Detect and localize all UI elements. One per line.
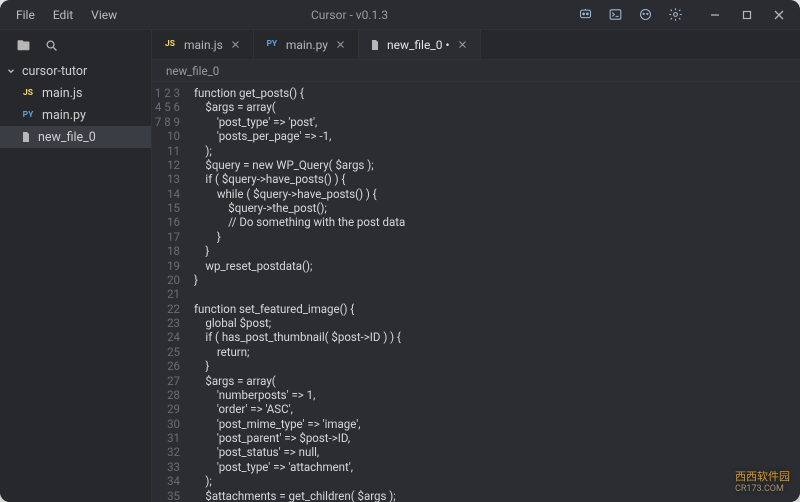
file-badge-js: JS (162, 39, 178, 50)
tab-label: main.py (286, 38, 328, 52)
tab-label: new_file_0 • (387, 38, 450, 52)
tab-newfile0[interactable]: new_file_0 • (359, 30, 481, 59)
window-controls (702, 4, 792, 26)
tree-file-newfile0[interactable]: new_file_0 (0, 126, 151, 148)
app-window: { "title": "Cursor - v0.1.3", "menu": {"… (0, 0, 800, 502)
title-actions (574, 4, 792, 26)
menu-bar: File Edit View (8, 5, 125, 25)
tree-folder-label: cursor-tutor (22, 64, 87, 79)
editor-tabs: JS main.js PY main.py new_file_0 • (152, 30, 800, 60)
search-icon[interactable] (42, 36, 60, 54)
file-icon (369, 39, 381, 51)
terminal-icon[interactable] (604, 4, 626, 26)
menu-file[interactable]: File (8, 5, 43, 25)
close-icon[interactable] (334, 38, 348, 52)
breadcrumb-label: new_file_0 (166, 64, 219, 78)
tree-file-mainjs[interactable]: JS main.js (0, 82, 151, 104)
breadcrumb: new_file_0 (152, 60, 800, 82)
editor-area: JS main.js PY main.py new_file_0 • new_f… (152, 30, 800, 502)
explorer-icon[interactable] (14, 36, 32, 54)
tree-file-label: new_file_0 (38, 130, 96, 145)
file-tree: cursor-tutor JS main.js PY main.py new_f… (0, 60, 151, 148)
app-body: cursor-tutor JS main.js PY main.py new_f… (0, 30, 800, 502)
maximize-button[interactable] (734, 4, 760, 26)
minimize-button[interactable] (702, 4, 728, 26)
title-bar: File Edit View Cursor - v0.1.3 (0, 0, 800, 30)
tab-mainpy[interactable]: PY main.py (254, 30, 359, 59)
menu-edit[interactable]: Edit (45, 5, 81, 25)
tab-label: main.js (184, 38, 223, 52)
close-icon[interactable] (229, 38, 243, 52)
close-icon[interactable] (456, 38, 470, 52)
copilot-icon[interactable] (634, 4, 656, 26)
menu-view[interactable]: View (83, 5, 125, 25)
settings-icon[interactable] (664, 4, 686, 26)
sidebar-toolbar (0, 30, 151, 60)
close-button[interactable] (766, 4, 792, 26)
tree-file-label: main.js (42, 86, 82, 101)
ai-chat-icon[interactable] (574, 4, 596, 26)
file-badge-js: JS (20, 88, 36, 99)
file-badge-py: PY (20, 110, 36, 121)
code-content[interactable]: function get_posts() { $args = array( 'p… (188, 82, 800, 502)
tab-mainjs[interactable]: JS main.js (152, 30, 254, 59)
line-gutter: 1 2 3 4 5 6 7 8 9 10 11 12 13 14 15 16 1… (152, 82, 188, 502)
code-editor[interactable]: 1 2 3 4 5 6 7 8 9 10 11 12 13 14 15 16 1… (152, 82, 800, 502)
tree-folder-root[interactable]: cursor-tutor (0, 60, 151, 82)
tree-file-label: main.py (42, 108, 86, 123)
window-title: Cursor - v0.1.3 (125, 8, 574, 22)
file-badge-py: PY (264, 39, 280, 50)
tree-file-mainpy[interactable]: PY main.py (0, 104, 151, 126)
sidebar: cursor-tutor JS main.js PY main.py new_f… (0, 30, 152, 502)
